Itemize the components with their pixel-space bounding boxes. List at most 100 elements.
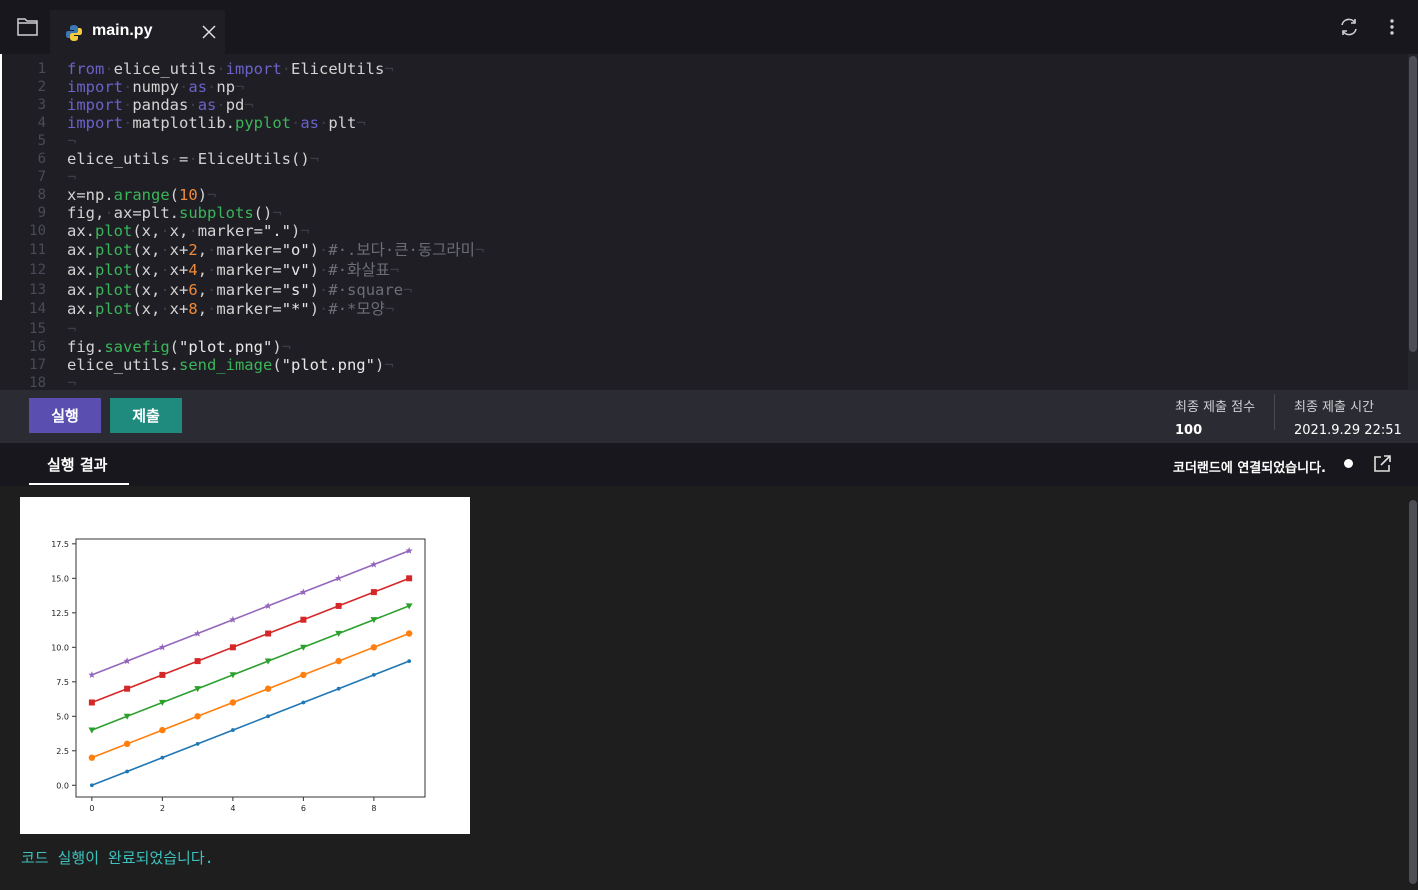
point-marker bbox=[370, 560, 378, 568]
y-tick-label: 0.0 bbox=[56, 781, 69, 790]
more-options-icon[interactable] bbox=[1384, 16, 1400, 38]
line-number: 17 bbox=[29, 357, 46, 373]
y-tick-label: 17.5 bbox=[51, 540, 69, 549]
point-marker bbox=[195, 741, 200, 746]
point-marker bbox=[229, 615, 237, 623]
result-tab-label: 실행 결과 bbox=[47, 456, 108, 474]
point-marker bbox=[230, 728, 235, 732]
final-score-label: 최종 제출 점수 bbox=[1175, 400, 1256, 415]
submit-button[interactable]: 제출 bbox=[110, 398, 182, 433]
code-text: ax.plot(x,·x+8,·marker="*")·#·*모양¬ bbox=[67, 300, 395, 318]
code-line[interactable]: 18 ¬ bbox=[0, 374, 1400, 390]
point-marker bbox=[194, 658, 201, 665]
tab-main-py[interactable]: main.py bbox=[50, 10, 225, 54]
code-line[interactable]: 6 elice_utils·=·EliceUtils()¬ bbox=[0, 150, 1400, 168]
folder-icon[interactable] bbox=[16, 16, 40, 38]
editor-scrollbar-thumb[interactable] bbox=[1409, 56, 1417, 352]
tab-label: main.py bbox=[92, 22, 153, 39]
point-marker bbox=[264, 602, 272, 609]
y-tick-label: 7.5 bbox=[56, 678, 69, 687]
python-file-icon bbox=[65, 24, 83, 42]
series-line bbox=[91, 605, 410, 731]
code-line[interactable]: 4 import·matplotlib.pyplot·as·plt¬ bbox=[0, 114, 1400, 132]
code-line[interactable]: 11 ax.plot(x,·x+2,·marker="o")·#·.보다·큰·동그… bbox=[0, 241, 1400, 259]
line-number: 4 bbox=[37, 115, 46, 131]
line-number: 7 bbox=[37, 169, 46, 185]
code-line[interactable]: 5 ¬ bbox=[0, 132, 1400, 150]
open-external-icon[interactable] bbox=[1372, 454, 1392, 474]
x-tick-label: 8 bbox=[371, 804, 376, 813]
code-line[interactable]: 17 elice_utils.send_image("plot.png")¬ bbox=[0, 356, 1400, 374]
point-marker bbox=[160, 755, 165, 760]
line-number: 5 bbox=[37, 133, 46, 149]
top-bar: main.py bbox=[0, 0, 1418, 54]
refresh-icon[interactable] bbox=[1338, 16, 1360, 38]
code-line[interactable]: 2 import·numpy·as·np¬ bbox=[0, 78, 1400, 96]
code-line[interactable]: 15 ¬ bbox=[0, 320, 1400, 338]
output-scrollbar-thumb[interactable] bbox=[1409, 500, 1417, 884]
point-marker bbox=[300, 671, 307, 679]
code-line[interactable]: 8 x=np.arange(10)¬ bbox=[0, 186, 1400, 204]
line-number: 2 bbox=[37, 79, 46, 95]
line-number: 13 bbox=[29, 282, 46, 298]
execution-complete-message: 코드 실행이 완료되었습니다. bbox=[21, 849, 214, 867]
code-line[interactable]: 10 ax.plot(x,·x,·marker=".")¬ bbox=[0, 222, 1400, 240]
point-marker bbox=[229, 699, 237, 706]
code-text: ax.plot(x,·x+2,·marker="o")·#·.보다·큰·동그라미… bbox=[67, 241, 485, 259]
point-marker bbox=[123, 740, 131, 748]
status-dot-icon bbox=[1344, 459, 1353, 468]
code-line[interactable]: 13 ax.plot(x,·x+6,·marker="s")·#·square¬ bbox=[0, 281, 1400, 299]
code-editor[interactable]: 1 from·elice_utils·import·EliceUtils¬ 2 imp… bbox=[0, 54, 1418, 390]
final-time-label: 최종 제출 시간 bbox=[1294, 400, 1375, 415]
point-marker bbox=[88, 727, 96, 734]
code-line[interactable]: 12 ax.plot(x,·x+4,·marker="v")·#·화살표¬ bbox=[0, 261, 1400, 279]
point-marker bbox=[266, 714, 271, 719]
code-text: fig.savefig("plot.png")¬ bbox=[67, 338, 292, 356]
code-text: import·numpy·as·np¬ bbox=[67, 78, 245, 96]
point-marker bbox=[407, 659, 412, 664]
result-bar: 실행 결과 코더랜드에 연결되었습니다. bbox=[0, 443, 1418, 486]
code-text: ¬ bbox=[67, 374, 77, 390]
code-line[interactable]: 7 ¬ bbox=[0, 168, 1400, 186]
point-marker bbox=[124, 685, 131, 692]
run-button[interactable]: 실행 bbox=[29, 398, 101, 433]
plot-image: 0 2 4 6 8 0.0 2.5 5.0 7.5 10.0 12.5 15.0 17.5 bbox=[20, 497, 470, 834]
x-tick-label: 0 bbox=[89, 804, 94, 813]
code-line[interactable]: 9 fig,·ax=plt.subplots()¬ bbox=[0, 204, 1400, 222]
output-panel: 0 2 4 6 8 0.0 2.5 5.0 7.5 10.0 12.5 15.0 17.5 코드 실행이… bbox=[0, 486, 1418, 890]
point-marker bbox=[405, 546, 413, 554]
code-text: ¬ bbox=[67, 168, 77, 186]
line-number: 10 bbox=[29, 223, 46, 239]
point-marker bbox=[371, 672, 376, 677]
line-chart: 0 2 4 6 8 0.0 2.5 5.0 7.5 10.0 12.5 15.0 17.5 bbox=[51, 538, 426, 813]
point-marker bbox=[406, 575, 413, 582]
point-marker bbox=[300, 616, 307, 623]
code-text: import·matplotlib.pyplot·as·plt¬ bbox=[67, 114, 366, 132]
point-marker bbox=[89, 783, 94, 788]
point-marker bbox=[88, 699, 95, 706]
action-bar: 실행 제출 최종 제출 점수 100 최종 제출 시간 2021.9.29 22… bbox=[0, 390, 1418, 443]
code-line[interactable]: 3 import·pandas·as·pd¬ bbox=[0, 96, 1400, 114]
stat-divider bbox=[1274, 394, 1275, 430]
point-marker bbox=[88, 671, 96, 678]
close-icon[interactable] bbox=[200, 23, 218, 41]
line-number: 3 bbox=[37, 97, 46, 113]
code-text: ¬ bbox=[67, 320, 77, 338]
code-line[interactable]: 16 fig.savefig("plot.png")¬ bbox=[0, 338, 1400, 356]
point-marker bbox=[194, 629, 202, 637]
line-number: 16 bbox=[29, 339, 46, 355]
code-line[interactable]: 14 ax.plot(x,·x+8,·marker="*")·#·*모양¬ bbox=[0, 300, 1400, 318]
y-tick-label: 15.0 bbox=[51, 574, 69, 583]
point-marker bbox=[159, 726, 166, 734]
code-line[interactable]: 1 from·elice_utils·import·EliceUtils¬ bbox=[0, 60, 1400, 78]
point-marker bbox=[370, 644, 378, 651]
point-marker bbox=[158, 643, 166, 651]
tab-run-result[interactable]: 실행 결과 bbox=[29, 443, 129, 485]
point-marker bbox=[264, 685, 272, 692]
point-marker bbox=[229, 644, 236, 651]
y-tick-label: 5.0 bbox=[56, 712, 69, 721]
line-number: 15 bbox=[29, 321, 46, 337]
point-marker bbox=[299, 588, 307, 596]
code-text: ax.plot(x,·x,·marker=".")¬ bbox=[67, 222, 310, 240]
line-number: 11 bbox=[29, 242, 46, 258]
